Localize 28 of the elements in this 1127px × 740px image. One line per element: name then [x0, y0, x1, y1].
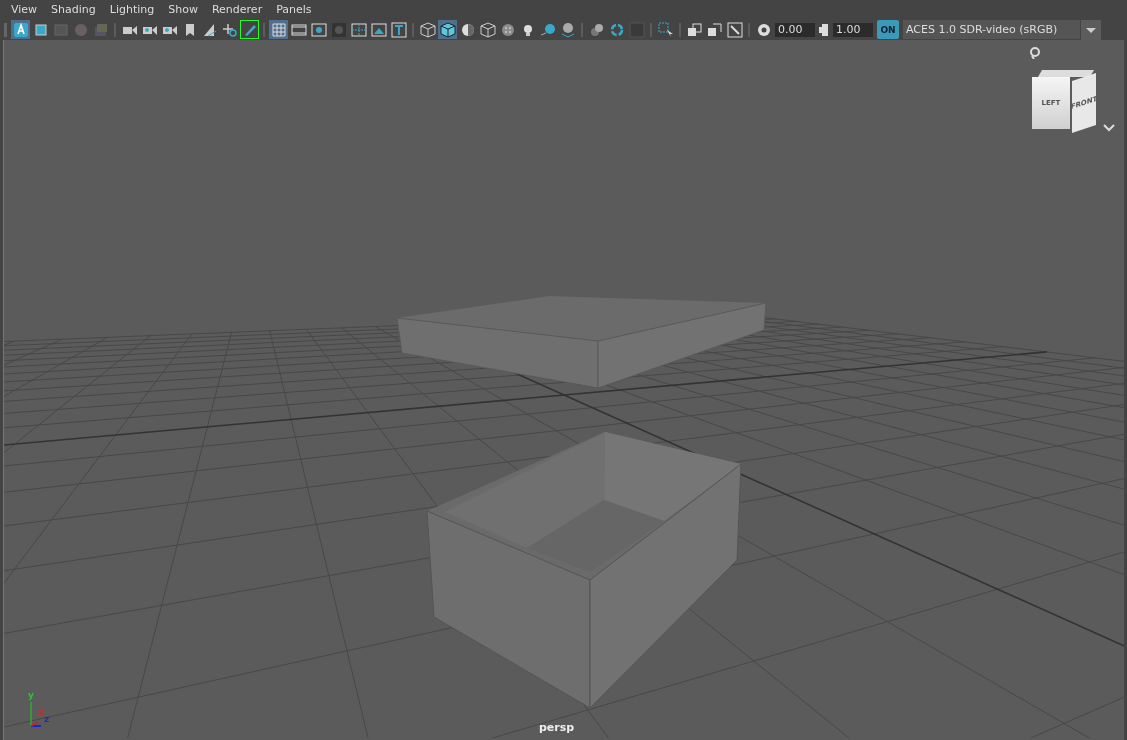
chevron-down-icon[interactable]: [1103, 124, 1115, 132]
a-icon[interactable]: [11, 20, 30, 39]
menu-item[interactable]: Renderer: [204, 0, 270, 19]
axis-gizmo-icon: [29, 700, 43, 728]
image-icon[interactable]: [369, 20, 388, 39]
view-transform-dropdown[interactable]: ACES 1.0 SDR-video (sRGB): [903, 20, 1101, 39]
axis-label: y: [28, 690, 34, 700]
orbit-icon[interactable]: [1029, 47, 1041, 59]
menu-item[interactable]: Panels: [269, 0, 319, 19]
menu-item[interactable]: Lighting: [102, 0, 162, 19]
exposure-field[interactable]: 0.00: [775, 22, 815, 37]
gamma-icon[interactable]: [819, 22, 829, 37]
grid-icon[interactable]: [269, 20, 288, 39]
aperture-icon[interactable]: [757, 22, 771, 37]
menu-item[interactable]: Shading: [44, 0, 103, 19]
caret-icon[interactable]: [1080, 19, 1101, 40]
cube-icon[interactable]: [418, 20, 437, 39]
pencil-icon[interactable]: [240, 20, 259, 39]
axis-label: z: [44, 714, 50, 724]
menu-item[interactable]: Show: [161, 0, 205, 19]
camera-name: persp: [539, 721, 575, 734]
cubefill-icon[interactable]: [438, 20, 457, 39]
menu-item[interactable]: View: [4, 0, 45, 19]
axis-label: x: [38, 707, 44, 717]
color-management-toggle[interactable]: ON: [877, 20, 899, 39]
gamma-field[interactable]: 1.00: [833, 22, 873, 37]
toolbar-handle[interactable]: [4, 22, 7, 37]
view-transform-label: ACES 1.0 SDR-video (sRGB): [905, 23, 1058, 36]
